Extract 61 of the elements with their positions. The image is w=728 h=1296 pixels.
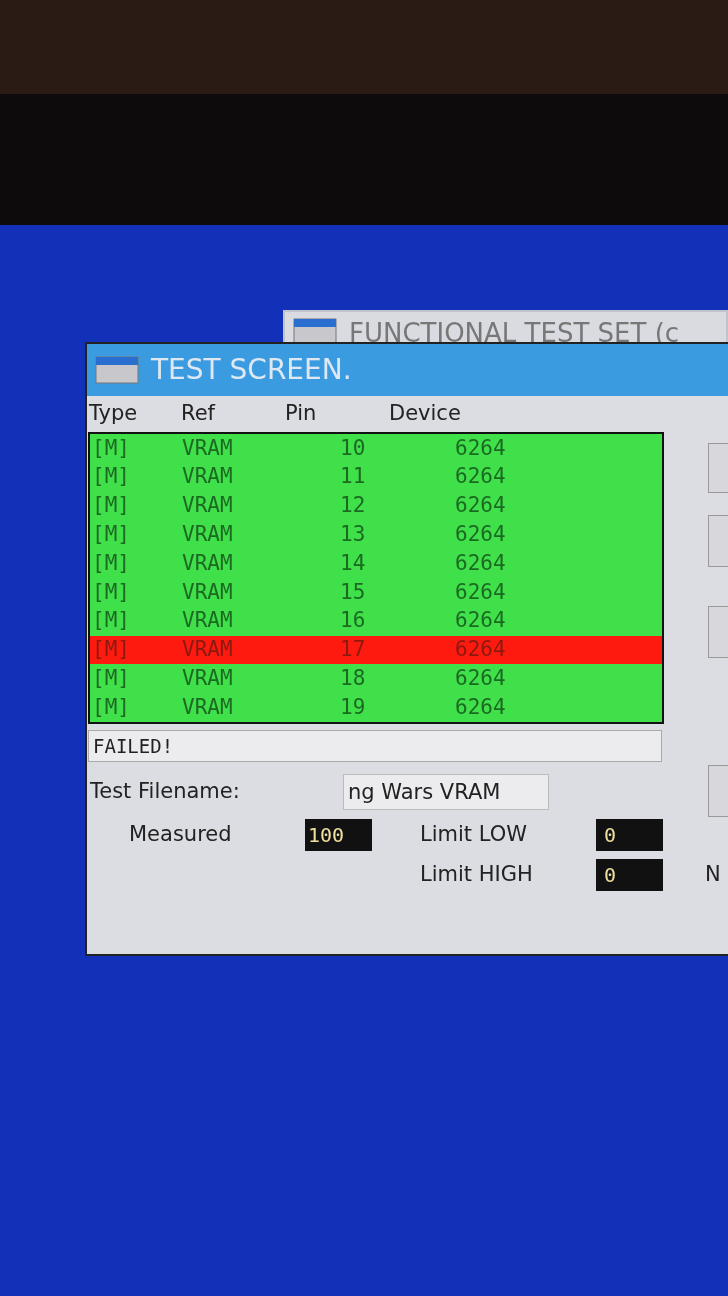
column-header: Device (389, 400, 462, 428)
table-cell-text: 6264 (455, 492, 506, 520)
table-cell-text: [M] (91, 549, 131, 577)
table-cell-text: 6264 (455, 578, 506, 606)
limit-value: 0 (596, 818, 663, 851)
table-cell-text: 6264 (455, 665, 506, 693)
side-button[interactable] (708, 515, 728, 567)
table-cell-text: 6264 (455, 607, 506, 635)
side-button[interactable] (708, 606, 728, 658)
table-cell-text: 6264 (455, 434, 506, 462)
table-cell-text: VRAM (181, 578, 234, 606)
table-cell-text: [M] (91, 521, 131, 549)
column-header: Ref (181, 400, 217, 428)
table-cell-text: VRAM (181, 549, 234, 577)
table-cell-text: VRAM (181, 492, 234, 520)
table-cell-text: VRAM (181, 665, 234, 693)
table-cell-text: 16 (340, 607, 367, 635)
side-button[interactable] (708, 443, 728, 493)
table-cell-text: 15 (340, 578, 367, 606)
table-cell-text: VRAM (181, 693, 234, 721)
measured-value: 100 (305, 818, 372, 851)
table-cell-text: 13 (340, 521, 367, 549)
table-cell-text: [M] (91, 665, 131, 693)
field-label: Limit HIGH (420, 861, 534, 889)
table-cell-text: 12 (340, 492, 367, 520)
table-cell-text: 14 (340, 549, 367, 577)
table-cell-text: 6264 (455, 463, 506, 491)
table-cell-text: 6264 (455, 521, 506, 549)
field-label: Test Filename: (89, 778, 241, 806)
window-title: TEST SCREEN. (151, 352, 352, 388)
table-cell-text: 6264 (455, 693, 506, 721)
table-cell-text: VRAM (181, 434, 234, 462)
table-cell-text: [M] (91, 492, 131, 520)
field-label: Measured (129, 821, 233, 849)
limit-value: 0 (596, 858, 663, 891)
side-button[interactable] (708, 765, 728, 817)
table-cell-text: [M] (91, 578, 131, 606)
table-cell-text: [M] (91, 607, 131, 635)
field-label: N (705, 861, 721, 889)
table-cell-text: 11 (340, 463, 367, 491)
table-cell-text: 10 (340, 434, 367, 462)
filename-field[interactable]: ng Wars VRAM (343, 773, 549, 810)
column-header: Pin (285, 400, 318, 428)
table-cell-text: VRAM (181, 521, 234, 549)
table-cell-text: VRAM (181, 636, 234, 664)
table-cell-text: 19 (340, 693, 367, 721)
column-header: Type (89, 400, 139, 428)
table-cell-text: 17 (340, 636, 367, 664)
table-cell-text: [M] (91, 434, 131, 462)
table-cell-text: 18 (340, 665, 367, 693)
status-field: FAILED! (88, 729, 662, 762)
table-cell-text: 6264 (455, 549, 506, 577)
table-cell-text: [M] (91, 693, 131, 721)
table-cell-text: [M] (91, 636, 131, 664)
table-cell-text: VRAM (181, 463, 234, 491)
table-cell-text: 6264 (455, 636, 506, 664)
table-row[interactable]: [M] VRAM 17 6264 (90, 635, 662, 665)
table-cell-text: [M] (91, 463, 131, 491)
field-label: Limit LOW (420, 821, 528, 849)
window-icon (95, 356, 139, 384)
table-cell-text: VRAM (181, 607, 234, 635)
